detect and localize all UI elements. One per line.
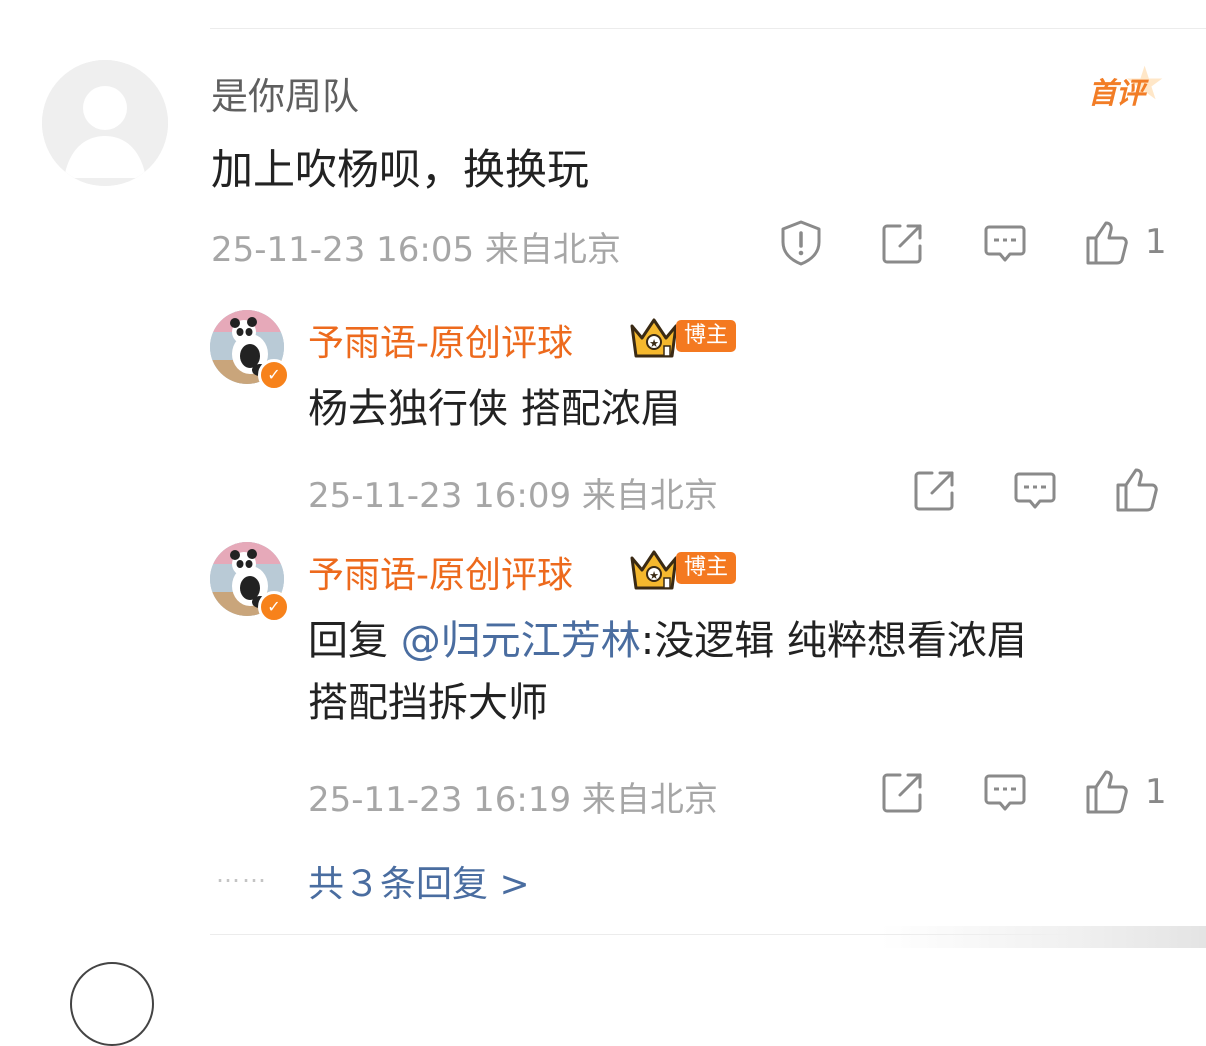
reply-author[interactable]: 予雨语-原创评球 — [308, 546, 573, 598]
first-comment-badge: ★ 首评 — [1088, 56, 1166, 110]
like-button[interactable] — [1082, 767, 1132, 817]
comment-author[interactable]: 是你周队 — [211, 66, 359, 120]
repost-icon — [882, 224, 922, 264]
crown-icon: ★ — [628, 314, 680, 362]
blogger-badge: 博主 — [676, 320, 737, 352]
default-avatar-icon — [42, 60, 168, 186]
like-icon — [1086, 770, 1128, 814]
reply-text: 杨去独行侠 搭配浓眉 — [308, 386, 681, 432]
reply-body-line2: 搭配挡拆大师 — [308, 680, 548, 726]
mention-link[interactable]: @归元江芳林 — [401, 618, 641, 664]
reply-meta: 25-11-23 16:19 来自北京 — [308, 780, 718, 820]
report-button[interactable] — [776, 218, 826, 268]
comment-button[interactable] — [1010, 465, 1060, 515]
comment-meta: 25-11-23 16:05 来自北京 — [211, 230, 621, 270]
comment-text: 加上吹杨呗，换换玩 — [211, 145, 590, 194]
avatar[interactable] — [42, 60, 168, 186]
reply-text: 回复 @归元江芳林:没逻辑 纯粹想看浓眉 搭配挡拆大师 — [308, 610, 1188, 734]
like-button[interactable] — [1082, 218, 1132, 268]
like-button[interactable] — [1112, 465, 1162, 515]
more-dots: …… — [216, 860, 268, 888]
reply-meta: 25-11-23 16:09 来自北京 — [308, 476, 718, 516]
repost-button[interactable] — [910, 465, 960, 515]
svg-text:★: ★ — [649, 569, 659, 582]
top-divider — [210, 28, 1206, 29]
svg-text:★: ★ — [649, 337, 659, 350]
repost-button[interactable] — [878, 218, 928, 268]
comment-icon — [984, 225, 1026, 262]
comment-icon — [1014, 472, 1056, 509]
like-icon — [1086, 221, 1128, 265]
repost-icon — [882, 773, 922, 813]
like-count: 1 — [1145, 222, 1167, 262]
next-comment-avatar[interactable] — [70, 962, 154, 1046]
like-icon — [1116, 468, 1158, 512]
comment-button[interactable] — [980, 218, 1030, 268]
comment-button[interactable] — [980, 767, 1030, 817]
repost-button[interactable] — [878, 767, 928, 817]
reply-author[interactable]: 予雨语-原创评球 — [308, 314, 573, 366]
comment-icon — [984, 774, 1026, 811]
like-count: 1 — [1145, 772, 1167, 812]
report-icon — [781, 220, 821, 266]
more-replies-link[interactable]: 共３条回复 > — [308, 855, 530, 907]
verified-icon: ✓ — [258, 591, 290, 623]
verified-icon: ✓ — [258, 359, 290, 391]
repost-icon — [914, 471, 954, 511]
blogger-badge: 博主 — [676, 552, 737, 584]
crown-icon: ★ — [628, 546, 680, 594]
watermark-fade — [880, 926, 1206, 948]
reply-prefix: 回复 — [308, 618, 401, 664]
reply-body: :没逻辑 纯粹想看浓眉 — [640, 618, 1027, 664]
